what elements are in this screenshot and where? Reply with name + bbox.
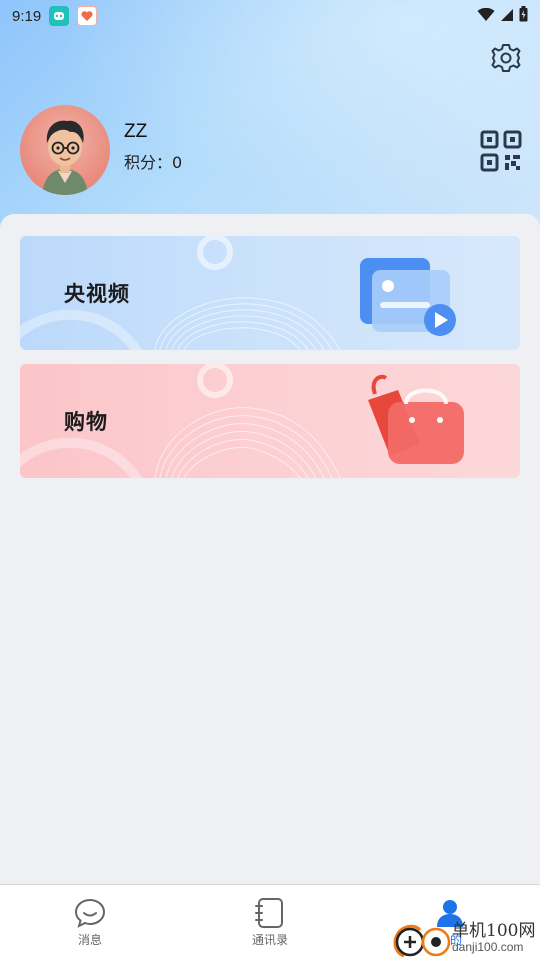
video-card-title: 央视频 xyxy=(64,282,130,306)
site-watermark: 单机100网 danji100.com xyxy=(390,912,540,960)
username: ZZ xyxy=(124,121,148,142)
watermark-text: 单机100网 xyxy=(452,921,536,941)
signal-icon xyxy=(500,7,514,26)
points-label: 积分：0 xyxy=(124,153,183,172)
watermark-url: danji100.com xyxy=(452,940,524,954)
watermark-logo-icon xyxy=(393,924,451,958)
shopping-card-title: 购物 xyxy=(64,410,108,434)
status-time: 9:19 xyxy=(12,7,42,25)
app-notification-icon xyxy=(49,6,70,26)
user-profile[interactable]: ZZ 积分：0 xyxy=(20,105,182,195)
battery-icon xyxy=(519,6,528,26)
video-card[interactable]: 央视频 xyxy=(20,236,520,350)
tab-messages-label: 消息 xyxy=(77,933,102,947)
status-bar: 9:19 xyxy=(0,0,540,32)
settings-gear-icon[interactable] xyxy=(490,42,522,74)
qr-code-icon[interactable] xyxy=(480,130,522,172)
health-notification-icon xyxy=(77,6,98,26)
contacts-book-icon xyxy=(254,897,286,929)
shopping-card[interactable]: 购物 xyxy=(20,364,520,478)
wifi-icon xyxy=(477,7,495,26)
tab-contacts[interactable]: 通讯录 xyxy=(180,885,360,960)
tab-messages[interactable]: 消息 xyxy=(0,885,180,960)
content-panel: 央视频 购物 xyxy=(0,214,540,884)
tab-contacts-label: 通讯录 xyxy=(251,933,288,947)
avatar[interactable] xyxy=(20,105,110,195)
chat-bubble-icon xyxy=(74,897,106,929)
